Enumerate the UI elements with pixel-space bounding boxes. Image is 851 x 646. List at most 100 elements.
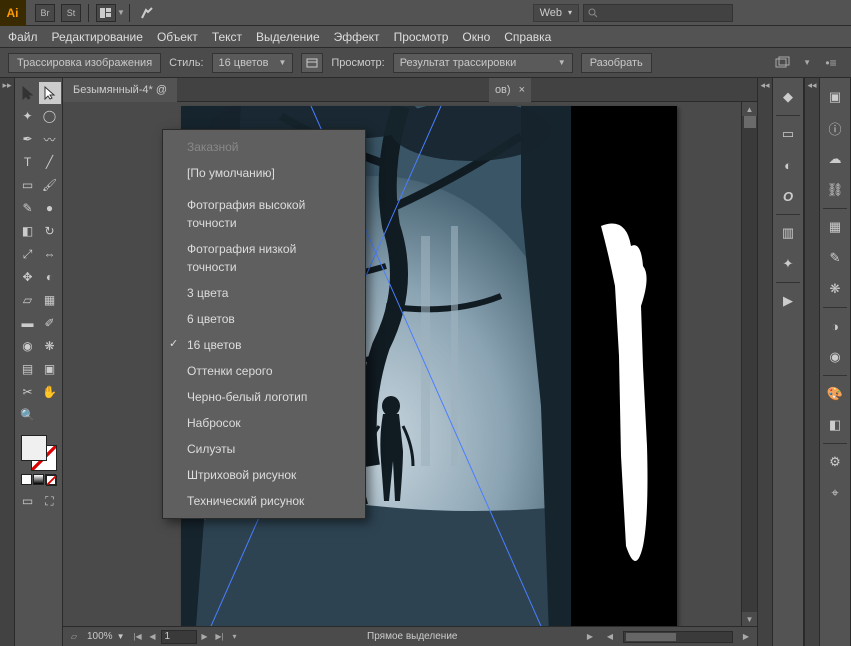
scroll-thumb[interactable]: [744, 116, 756, 128]
tool-blend[interactable]: ◉: [17, 335, 39, 357]
tool-perspective[interactable]: ▱: [17, 289, 39, 311]
info-panel-icon[interactable]: ⓘ: [823, 116, 847, 140]
tool-brush[interactable]: 🖌: [39, 174, 61, 196]
swatches-panel-icon[interactable]: ▦: [823, 215, 847, 239]
separations-icon[interactable]: ⌖: [823, 481, 847, 505]
pathfinder-panel-icon[interactable]: ✦: [776, 252, 800, 276]
color-mode-gradient[interactable]: [33, 474, 44, 485]
style-option-11[interactable]: Штриховой рисунок: [163, 462, 365, 488]
panel-menu-icon[interactable]: •≡: [819, 53, 843, 73]
tool-gradient[interactable]: ▬: [17, 312, 39, 334]
style-option-3[interactable]: Фотография низкой точности: [163, 236, 365, 280]
tool-shape-builder[interactable]: ◐: [39, 266, 61, 288]
artboard-menu-icon[interactable]: ▱: [67, 630, 81, 644]
workspace-switcher[interactable]: Web ▾: [533, 4, 579, 22]
tool-selection[interactable]: [17, 82, 39, 104]
chevron-down-icon[interactable]: ▼: [803, 58, 811, 67]
nav-first-icon[interactable]: |◀: [131, 630, 145, 644]
tool-lasso[interactable]: ◯: [39, 105, 61, 127]
layers-panel-icon[interactable]: ◆: [776, 85, 800, 109]
stock-icon[interactable]: St: [61, 4, 81, 22]
style-option-1[interactable]: [По умолчанию]: [163, 160, 365, 186]
tool-blob[interactable]: ●: [39, 197, 61, 219]
tool-slice[interactable]: ✂: [17, 381, 39, 403]
tool-mesh[interactable]: ▦: [39, 289, 61, 311]
type-panel-icon[interactable]: O: [776, 184, 800, 208]
menu-help[interactable]: Справка: [504, 30, 551, 44]
right-collapse-strip-2[interactable]: ◂◂: [804, 78, 819, 646]
menu-window[interactable]: Окно: [462, 30, 490, 44]
tool-eyedropper[interactable]: ✐: [39, 312, 61, 334]
style-option-9[interactable]: Набросок: [163, 410, 365, 436]
artboards-panel-icon[interactable]: ▣: [823, 85, 847, 109]
status-menu-icon[interactable]: ▶: [583, 630, 597, 644]
gpu-icon[interactable]: [138, 4, 156, 22]
hscroll-left-icon[interactable]: ◀: [603, 630, 617, 644]
tool-rotate[interactable]: ↻: [39, 220, 61, 242]
menu-view[interactable]: Просмотр: [394, 30, 449, 44]
trace-panel-icon[interactable]: [301, 53, 323, 73]
tool-zoom[interactable]: 🔍: [17, 404, 39, 426]
color-guide-icon[interactable]: ◧: [823, 413, 847, 437]
tool-artboard[interactable]: ▣: [39, 358, 61, 380]
transform-panel-icon[interactable]: ▶: [776, 289, 800, 313]
color-mode-solid[interactable]: [21, 474, 32, 485]
hscroll-thumb[interactable]: [626, 633, 676, 641]
bridge-icon[interactable]: Br: [35, 4, 55, 22]
nav-next-icon[interactable]: ▶: [198, 630, 212, 644]
tool-graph[interactable]: ▤: [17, 358, 39, 380]
style-select[interactable]: 16 цветов ▼: [212, 53, 294, 73]
align-panel-icon[interactable]: ▥: [776, 221, 800, 245]
dropdown-chevron-icon[interactable]: ▼: [117, 8, 125, 17]
fill-stroke-swatch[interactable]: [21, 435, 57, 471]
left-collapse-strip[interactable]: ▸▸: [0, 78, 15, 646]
scroll-up-icon[interactable]: ▲: [742, 102, 757, 116]
canvas[interactable]: ▲ ▼ Заказной[По умолчанию]Фотография выс…: [63, 102, 757, 626]
nav-menu-icon[interactable]: ▾: [228, 630, 242, 644]
right-collapse-strip-1[interactable]: ◂◂: [757, 78, 772, 646]
transparency-panel-icon[interactable]: ◐: [776, 153, 800, 177]
tool-free-transform[interactable]: ✥: [17, 266, 39, 288]
color-mode-none[interactable]: [45, 474, 56, 485]
scroll-down-icon[interactable]: ▼: [742, 612, 757, 626]
horizontal-scrollbar[interactable]: [623, 631, 733, 643]
style-option-2[interactable]: Фотография высокой точности: [163, 192, 365, 236]
zoom-control[interactable]: 100% ▼: [87, 631, 125, 642]
menu-effect[interactable]: Эффект: [334, 30, 380, 44]
screen-mode-full[interactable]: ⛶: [39, 490, 61, 512]
style-option-5[interactable]: 6 цветов: [163, 306, 365, 332]
transform-panel-icon[interactable]: [771, 53, 795, 73]
tool-symbol[interactable]: ❋: [39, 335, 61, 357]
tool-curvature[interactable]: 〰: [39, 128, 61, 150]
tool-hand[interactable]: ✋: [39, 381, 61, 403]
style-option-12[interactable]: Технический рисунок: [163, 488, 365, 514]
appearance-panel-icon[interactable]: ◉: [823, 345, 847, 369]
tool-pen[interactable]: ✒: [17, 128, 39, 150]
style-option-8[interactable]: Черно-белый логотип: [163, 384, 365, 410]
document-tab[interactable]: Безымянный-4* @: [63, 78, 177, 102]
scroll-track[interactable]: [742, 116, 757, 612]
search-input[interactable]: [583, 4, 733, 22]
hscroll-right-icon[interactable]: ▶: [739, 630, 753, 644]
color-panel-icon[interactable]: 🎨: [823, 382, 847, 406]
vertical-scrollbar[interactable]: ▲ ▼: [741, 102, 757, 626]
nav-last-icon[interactable]: ▶|: [213, 630, 227, 644]
tool-line[interactable]: ╱: [39, 151, 61, 173]
screen-mode-normal[interactable]: ▭: [17, 490, 39, 512]
tab-close-icon[interactable]: ×: [519, 84, 525, 96]
style-option-7[interactable]: Оттенки серого: [163, 358, 365, 384]
links-panel-icon[interactable]: ⛓: [823, 178, 847, 202]
tool-rectangle[interactable]: ▭: [17, 174, 39, 196]
nav-prev-icon[interactable]: ◀: [146, 630, 160, 644]
expand-button[interactable]: Разобрать: [581, 53, 652, 73]
tool-type[interactable]: T: [17, 151, 39, 173]
view-select[interactable]: Результат трассировки ▼: [393, 53, 573, 73]
cc-libraries-icon[interactable]: ☁: [823, 147, 847, 171]
graphic-styles-icon[interactable]: ◑: [823, 314, 847, 338]
menu-edit[interactable]: Редактирование: [52, 30, 143, 44]
menu-object[interactable]: Объект: [157, 30, 198, 44]
menu-text[interactable]: Текст: [212, 30, 242, 44]
tool-eraser[interactable]: ◧: [17, 220, 39, 242]
style-option-6[interactable]: 16 цветов: [163, 332, 365, 358]
tool-direct-selection[interactable]: [39, 82, 61, 104]
